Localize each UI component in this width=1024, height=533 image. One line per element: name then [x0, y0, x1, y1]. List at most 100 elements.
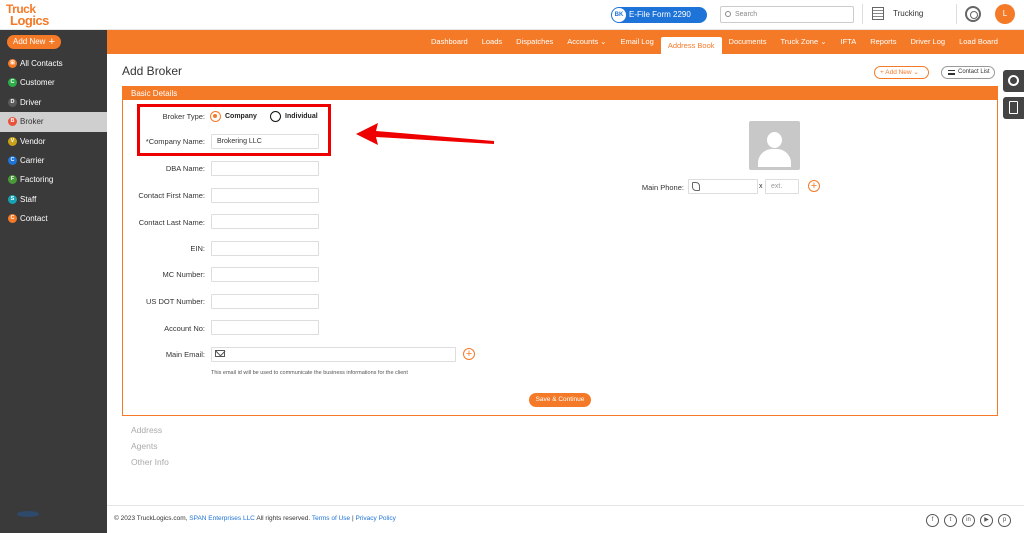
top-bar: Truck Logics BK E-File Form 2290 Now Sea… — [0, 0, 1024, 38]
extension-input[interactable]: ext. — [765, 179, 799, 194]
sidebar-item-label: Factoring — [20, 175, 54, 185]
sidebar-item-label: Customer — [20, 78, 55, 88]
company-switcher[interactable]: Trucking Company — [862, 4, 957, 38]
sidebar-item-carrier[interactable]: C Carrier — [0, 151, 107, 170]
twitter-icon[interactable]: t — [944, 514, 957, 527]
main-phone-label: Main Phone: — [641, 183, 684, 192]
settings-tab[interactable] — [1003, 70, 1024, 92]
last-name-input[interactable] — [211, 214, 319, 229]
extension-x: x — [759, 183, 763, 190]
us-dot-label: US DOT Number: — [145, 297, 205, 306]
facebook-icon[interactable]: f — [926, 514, 939, 527]
first-name-input[interactable] — [211, 188, 319, 203]
vendor-icon: V — [8, 136, 17, 146]
nav-item-reports[interactable]: Reports — [863, 30, 903, 54]
logo-line-2: Logics — [10, 13, 49, 28]
linkedin-icon[interactable]: in — [962, 514, 975, 527]
youtube-icon[interactable]: ▶ — [980, 514, 993, 527]
nav-item-email-log[interactable]: Email Log — [613, 30, 660, 54]
profile-photo-placeholder[interactable] — [749, 121, 800, 170]
sidebar-item-all-contacts[interactable]: ⊞ All Contacts — [0, 54, 107, 73]
sidebar-item-contact[interactable]: C Contact — [0, 209, 107, 228]
gear-icon[interactable] — [965, 6, 981, 22]
nav-item-load-board[interactable]: Load Board — [952, 30, 1005, 54]
nav-item-dashboard[interactable]: Dashboard — [424, 30, 475, 54]
nav-item-ifta[interactable]: IFTA — [834, 30, 864, 54]
efile-2290-button[interactable]: BK E-File Form 2290 Now — [611, 7, 707, 35]
right-side-tabs — [1003, 70, 1024, 124]
all-contacts-icon: ⊞ — [8, 59, 17, 68]
add-phone-icon[interactable]: + — [808, 180, 820, 192]
search-input[interactable]: Search — [720, 6, 854, 23]
nav-item-driver-log[interactable]: Driver Log — [903, 30, 952, 54]
agents-section-link[interactable]: Agents — [131, 441, 157, 451]
copyright: © 2023 TruckLogics.com, SPAN Enterprises… — [114, 515, 396, 522]
mc-number-input[interactable] — [211, 267, 319, 282]
user-silhouette-icon — [767, 132, 782, 148]
main-email-label: Main Email: — [165, 350, 205, 359]
staff-icon: S — [8, 194, 17, 204]
contact-icon: C — [8, 214, 17, 224]
factoring-icon: F — [8, 175, 17, 185]
sidebar-item-label: Broker — [20, 117, 44, 127]
sidebar-item-label: Staff — [20, 194, 37, 204]
us-dot-input[interactable] — [211, 294, 319, 309]
contact-list-button[interactable]: Contact List — [941, 66, 995, 79]
sidebar-item-factoring[interactable]: F Factoring — [0, 170, 107, 189]
other-info-section-link[interactable]: Other Info — [131, 457, 169, 467]
document-tab[interactable] — [1003, 97, 1024, 119]
nav-item-loads[interactable]: Loads — [475, 30, 509, 54]
sidebar-item-vendor[interactable]: V Vendor — [0, 132, 107, 151]
span-enterprises-link[interactable]: SPAN Enterprises LLC — [189, 515, 255, 522]
add-new-label: Add New — [13, 37, 46, 46]
add-new-button[interactable]: Add New + — [7, 35, 61, 49]
sidebar-item-driver[interactable]: D Driver — [0, 93, 107, 112]
sidebar-item-broker[interactable]: B Broker — [0, 112, 107, 132]
add-new-dropdown-button[interactable]: + Add New ⌄ — [874, 66, 929, 79]
email-hint: This email id will be used to communicat… — [211, 370, 408, 376]
list-icon — [948, 70, 955, 75]
last-name-label: Contact Last Name: — [138, 218, 205, 227]
dba-name-label: DBA Name: — [165, 164, 205, 173]
add-email-icon[interactable]: + — [463, 348, 475, 360]
ein-input[interactable] — [211, 241, 319, 256]
first-name-label: Contact First Name: — [138, 191, 205, 200]
main-email-input[interactable] — [211, 347, 456, 362]
account-no-input[interactable] — [211, 320, 319, 335]
pinterest-icon[interactable]: p — [998, 514, 1011, 527]
sidebar-item-label: Vendor — [20, 136, 46, 146]
nav-item-truck-zone[interactable]: Truck Zone ⌄ — [773, 30, 833, 54]
nav-item-documents[interactable]: Documents — [722, 30, 774, 54]
ein-label: EIN: — [190, 244, 205, 253]
avatar[interactable]: L — [995, 4, 1015, 24]
dba-name-input[interactable] — [211, 161, 319, 176]
sidebar-item-staff[interactable]: S Staff — [0, 190, 107, 209]
account-no-label: Account No: — [164, 324, 205, 333]
section-title: Basic Details — [123, 87, 997, 100]
sidebar-item-customer[interactable]: C Customer — [0, 73, 107, 92]
address-section-link[interactable]: Address — [131, 425, 162, 435]
sidebar: ⊞ All Contacts C Customer D Driver B Broker V Ven… — [0, 54, 107, 533]
broker-icon: B — [8, 117, 17, 127]
nav-item-dispatches[interactable]: Dispatches — [509, 30, 560, 54]
search-placeholder: Search — [735, 11, 758, 18]
save-continue-button[interactable]: Save & Continue — [529, 393, 591, 407]
nav-item-address-book[interactable]: Address Book — [660, 37, 722, 54]
nav-items: Dashboard Loads Dispatches Accounts ⌄ Email … — [424, 30, 1005, 54]
highlight-box — [137, 104, 331, 156]
sidebar-item-label: Contact — [20, 214, 48, 224]
phone-icon — [692, 182, 700, 191]
sidebar-bottom-logo — [17, 511, 39, 517]
truck-logics-logo[interactable]: Truck Logics — [6, 2, 60, 28]
sidebar-item-label: Carrier — [20, 155, 45, 165]
nav-item-accounts[interactable]: Accounts ⌄ — [560, 30, 613, 54]
settings-icon — [1008, 75, 1019, 86]
pointer-arrow — [356, 123, 494, 145]
efile-badge-icon: BK — [612, 8, 626, 22]
document-icon — [1009, 101, 1018, 114]
search-icon — [725, 11, 731, 17]
terms-link[interactable]: Terms of Use — [312, 515, 350, 522]
privacy-link[interactable]: Privacy Policy — [355, 515, 395, 522]
building-icon — [872, 7, 884, 20]
plus-icon: + — [48, 36, 55, 48]
